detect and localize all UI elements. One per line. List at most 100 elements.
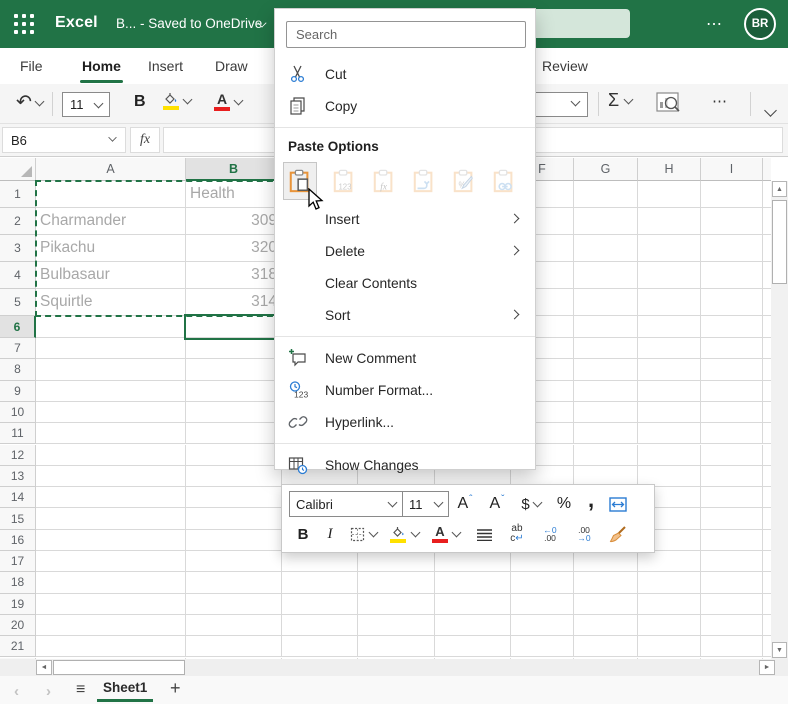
toolbar-more-icon[interactable]: ⋯ xyxy=(712,92,729,110)
cell-I1[interactable] xyxy=(701,181,763,208)
cell-G9[interactable] xyxy=(574,380,638,402)
row-header-13[interactable]: 13 xyxy=(0,465,36,488)
cell-J15[interactable] xyxy=(763,508,771,530)
cell-B12[interactable] xyxy=(186,444,282,466)
row-header-12[interactable]: 12 xyxy=(0,444,36,466)
cell-J13[interactable] xyxy=(763,465,771,488)
cell-G11[interactable] xyxy=(574,423,638,445)
row-header-15[interactable]: 15 xyxy=(0,508,36,530)
row-header-19[interactable]: 19 xyxy=(0,593,36,615)
column-header-A[interactable]: A xyxy=(36,158,186,181)
horizontal-scroll-thumb[interactable] xyxy=(53,660,185,675)
cell-B20[interactable] xyxy=(186,614,282,637)
cell-H8[interactable] xyxy=(638,359,701,381)
cell-J14[interactable] xyxy=(763,487,771,509)
cell-C18[interactable] xyxy=(282,572,358,594)
app-launcher-waffle-icon[interactable] xyxy=(12,12,36,36)
row-header-11[interactable]: 11 xyxy=(0,423,36,445)
cell-A6[interactable] xyxy=(36,316,186,338)
all-sheets-icon[interactable]: ≡ xyxy=(76,681,85,699)
tab-review[interactable]: Review xyxy=(540,55,590,77)
grow-font-button[interactable]: Aˆ xyxy=(449,494,481,513)
cell-H17[interactable] xyxy=(638,551,701,573)
borders-button[interactable] xyxy=(343,527,383,542)
cell-J6[interactable] xyxy=(763,316,771,338)
cell-B2[interactable]: 309 xyxy=(186,208,282,235)
menu-item-cut[interactable]: Cut xyxy=(275,58,535,90)
paste-button[interactable] xyxy=(283,162,317,200)
cell-H12[interactable] xyxy=(638,444,701,466)
row-header-18[interactable]: 18 xyxy=(0,572,36,594)
tab-home[interactable]: Home xyxy=(80,55,123,83)
scroll-left-button[interactable]: ◄ xyxy=(36,660,52,675)
cell-G4[interactable] xyxy=(574,262,638,289)
cell-G12[interactable] xyxy=(574,444,638,466)
cell-J17[interactable] xyxy=(763,551,771,573)
cell-F18[interactable] xyxy=(511,572,574,594)
cell-I13[interactable] xyxy=(701,465,763,488)
horizontal-scrollbar[interactable]: ◄ ► xyxy=(0,659,788,676)
select-all-corner[interactable] xyxy=(0,158,36,181)
cell-J12[interactable] xyxy=(763,444,771,466)
cell-J19[interactable] xyxy=(763,593,771,615)
mini-fill-color-button[interactable] xyxy=(383,526,425,543)
cell-G20[interactable] xyxy=(574,614,638,637)
cell-E21[interactable] xyxy=(435,636,511,658)
cell-J11[interactable] xyxy=(763,423,771,445)
row-header-14[interactable]: 14 xyxy=(0,487,36,509)
cell-B17[interactable] xyxy=(186,551,282,573)
cell-B18[interactable] xyxy=(186,572,282,594)
cell-A7[interactable] xyxy=(36,338,186,360)
autosum-button[interactable]: Σ xyxy=(608,90,634,111)
add-sheet-button[interactable]: + xyxy=(170,678,181,699)
vertical-scrollbar[interactable]: ▲ ▼ xyxy=(771,181,788,659)
cell-F17[interactable] xyxy=(511,551,574,573)
cell-A10[interactable] xyxy=(36,401,186,424)
shrink-font-button[interactable]: Aˇ xyxy=(481,494,513,513)
cell-H21[interactable] xyxy=(638,636,701,658)
cell-H3[interactable] xyxy=(638,235,701,262)
cell-C19[interactable] xyxy=(282,593,358,615)
cell-B21[interactable] xyxy=(186,636,282,658)
cell-J3[interactable] xyxy=(763,235,771,262)
cell-I4[interactable] xyxy=(701,262,763,289)
cell-G10[interactable] xyxy=(574,401,638,424)
row-header-4[interactable]: 4 xyxy=(0,262,36,289)
mini-font-color-button[interactable]: A xyxy=(425,525,467,543)
cell-G3[interactable] xyxy=(574,235,638,262)
cell-A2[interactable]: Charmander xyxy=(36,208,186,235)
tab-insert[interactable]: Insert xyxy=(146,55,185,77)
cell-I14[interactable] xyxy=(701,487,763,509)
row-header-9[interactable]: 9 xyxy=(0,380,36,402)
cell-I8[interactable] xyxy=(701,359,763,381)
cell-B6[interactable] xyxy=(186,316,282,338)
cell-A16[interactable] xyxy=(36,529,186,551)
mini-italic-button[interactable]: I xyxy=(317,526,343,543)
cell-B8[interactable] xyxy=(186,359,282,381)
cell-J9[interactable] xyxy=(763,380,771,402)
document-title[interactable]: B... - Saved to OneDrive xyxy=(116,16,262,31)
cell-I21[interactable] xyxy=(701,636,763,658)
menu-item-number-format[interactable]: 123 Number Format... xyxy=(275,374,535,406)
cell-C17[interactable] xyxy=(282,551,358,573)
cell-I19[interactable] xyxy=(701,593,763,615)
cell-B5[interactable]: 314 xyxy=(186,289,282,316)
insert-function-button[interactable]: fx xyxy=(130,127,160,153)
analyze-data-button[interactable] xyxy=(654,90,682,121)
cell-C21[interactable] xyxy=(282,636,358,658)
paste-values-button[interactable]: 123 xyxy=(331,167,357,195)
mini-font-size-dropdown[interactable]: 11 xyxy=(402,491,449,517)
cell-H9[interactable] xyxy=(638,380,701,402)
row-header-6[interactable]: 6 xyxy=(0,316,36,338)
cell-G17[interactable] xyxy=(574,551,638,573)
cell-H5[interactable] xyxy=(638,289,701,316)
cell-I2[interactable] xyxy=(701,208,763,235)
cell-B19[interactable] xyxy=(186,593,282,615)
cell-H10[interactable] xyxy=(638,401,701,424)
tab-file[interactable]: File xyxy=(18,55,45,77)
cell-J1[interactable] xyxy=(763,181,771,208)
cell-B16[interactable] xyxy=(186,529,282,551)
cell-I17[interactable] xyxy=(701,551,763,573)
cell-J8[interactable] xyxy=(763,359,771,381)
cell-A15[interactable] xyxy=(36,508,186,530)
